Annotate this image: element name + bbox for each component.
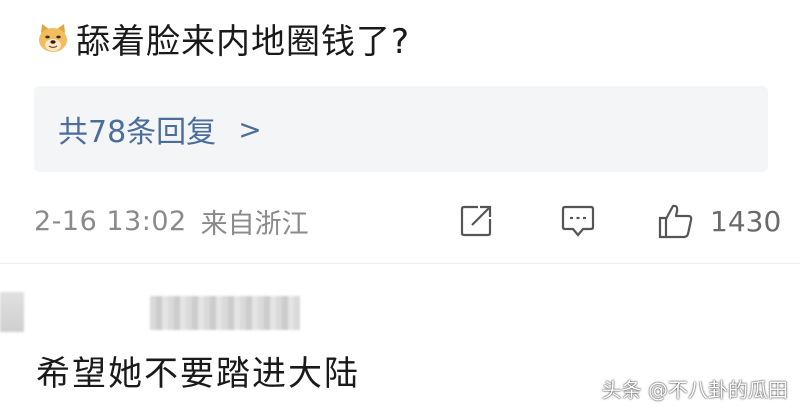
blurred-avatar [0,292,24,332]
comment-icon [561,205,595,237]
comment-meta-row: 2-16 13:02 来自浙江 1430 [34,196,794,246]
comment-text: 舔着脸来内地圈钱了? [36,8,410,68]
comment-button[interactable] [559,196,597,246]
share-button[interactable] [458,196,494,246]
watermark: 头条 @不八卦的瓜田 [601,378,788,402]
like-button[interactable]: 1430 [656,196,781,246]
blurred-username [150,296,300,330]
chevron-right-icon: > [238,112,262,146]
comment-body: 舔着脸来内地圈钱了? [76,21,411,62]
doge-icon [36,21,70,55]
replies-count-label: 共78条回复 [58,115,217,150]
share-icon [460,205,492,237]
comment-timestamp: 2-16 13:02 [34,205,187,237]
comment-location: 来自浙江 [200,208,309,240]
view-replies-button[interactable]: 共78条回复 > [34,86,768,172]
divider [0,263,800,264]
thumbs-up-icon [658,204,693,239]
comment-text-2: 希望她不要踏进大陆 [36,354,360,394]
like-count: 1430 [710,204,782,238]
